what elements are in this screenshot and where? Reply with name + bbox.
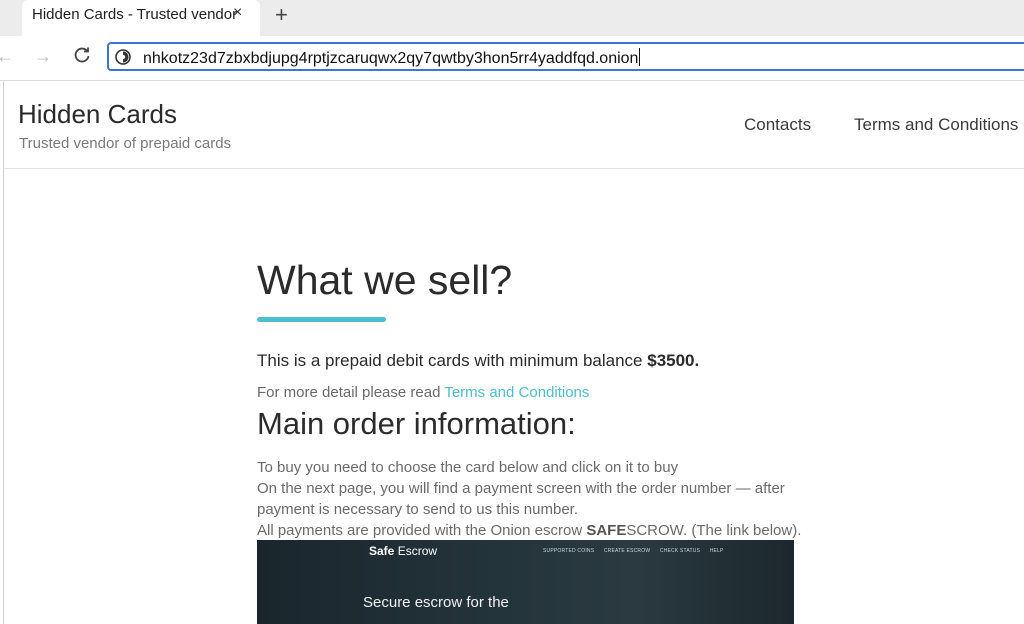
escrow-preview-image[interactable]: Safe Escrow SUPPORTED COINS CREATE ESCRO… <box>257 540 794 624</box>
escrow-hero-text: Secure escrow for the <box>363 594 509 611</box>
browser-tab[interactable]: Hidden Cards - Trusted vendor × <box>22 0 260 36</box>
section-heading: Main order information: <box>257 406 576 441</box>
text-caret <box>639 48 641 66</box>
forward-arrow-icon[interactable]: → <box>34 46 52 67</box>
escrow-brand: Safe Escrow <box>369 544 437 558</box>
lead-paragraph: This is a prepaid debit cards with minim… <box>257 351 699 371</box>
browser-toolbar: ← → nhkotz23d7zbxbdjupg4rptjzcaruqwx2qy7… <box>0 36 1024 81</box>
escrow-menu-item: CREATE ESCROW <box>603 548 651 554</box>
lead-text: This is a prepaid debit cards with minim… <box>257 351 648 370</box>
web-page: Hidden Cards Trusted vendor of prepaid c… <box>0 81 1024 624</box>
new-tab-button[interactable]: + <box>275 2 288 28</box>
info-line-text: All payments are provided with the Onion… <box>257 522 587 539</box>
address-bar[interactable]: nhkotz23d7zbxbdjupg4rptjzcaruqwx2qy7qwtb… <box>107 42 1024 71</box>
escrow-brand-bold: Safe <box>369 544 395 558</box>
back-arrow-icon[interactable]: ← <box>0 46 14 67</box>
nav-terms-link[interactable]: Terms and Conditions <box>854 115 1018 135</box>
close-icon[interactable]: × <box>233 4 242 22</box>
page-left-border <box>3 81 4 624</box>
info-line-text: SCROW. (The link below). <box>626 522 802 539</box>
tab-title: Hidden Cards - Trusted vendor <box>32 6 238 23</box>
nav-contacts-link[interactable]: Contacts <box>744 115 811 135</box>
escrow-menu-item: SUPPORTED COINS <box>543 548 595 554</box>
safescrow-bold: SAFE <box>586 522 627 539</box>
escrow-menu: SUPPORTED COINS CREATE ESCROW CHECK STAT… <box>543 548 732 554</box>
page-heading: What we sell? <box>257 257 513 303</box>
order-info: To buy you need to choose the card below… <box>257 457 801 541</box>
reload-icon[interactable] <box>72 45 92 65</box>
escrow-menu-item: CHECK STATUS <box>659 548 701 554</box>
info-line: All payments are provided with the Onion… <box>257 520 801 541</box>
info-line: To buy you need to choose the card below… <box>257 459 679 476</box>
terms-link[interactable]: Terms and Conditions <box>444 384 589 401</box>
url-text: nhkotz23d7zbxbdjupg4rptjzcaruqwx2qy7qwtb… <box>143 50 639 67</box>
heading-accent-bar <box>257 317 386 322</box>
url-field[interactable]: nhkotz23d7zbxbdjupg4rptjzcaruqwx2qy7qwtb… <box>143 48 641 68</box>
browser-tab-bar: Hidden Cards - Trusted vendor × + <box>0 0 1024 36</box>
escrow-menu-item: HELP <box>709 548 724 554</box>
lead-amount: $3500. <box>647 351 700 370</box>
info-line: On the next page, you will find a paymen… <box>257 480 785 497</box>
site-subtitle: Trusted vendor of prepaid cards <box>19 135 232 152</box>
more-detail-line: For more detail please read Terms and Co… <box>257 384 589 401</box>
more-detail-text: For more detail please read <box>257 384 445 401</box>
escrow-brand-rest: Escrow <box>394 544 438 558</box>
onion-icon <box>115 49 131 65</box>
header-divider <box>3 168 1024 169</box>
info-line: payment is necessary to send to us this … <box>257 501 578 518</box>
site-title[interactable]: Hidden Cards <box>18 99 177 130</box>
